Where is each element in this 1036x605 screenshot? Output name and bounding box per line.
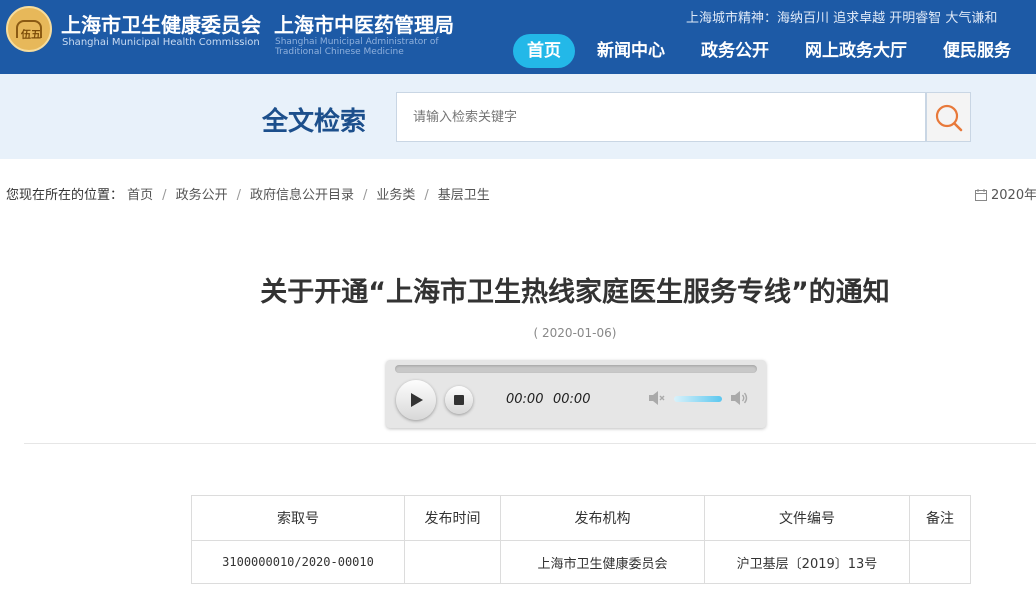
search-input[interactable] bbox=[396, 92, 926, 142]
table-header-row: 索取号 发布时间 发布机构 文件编号 备注 bbox=[191, 495, 971, 541]
volume-slider[interactable] bbox=[674, 396, 722, 402]
nav-government-affairs[interactable]: 政务公开 bbox=[687, 34, 783, 68]
stop-icon bbox=[454, 395, 464, 405]
breadcrumb-separator: / bbox=[362, 188, 368, 203]
audio-progress-bar[interactable] bbox=[395, 365, 757, 373]
publish-date: ( 2020-01-06) bbox=[533, 326, 617, 340]
table-header-cell: 发布时间 bbox=[404, 495, 501, 541]
duration-time: 00:00 bbox=[553, 392, 591, 407]
article-title: 关于开通“上海市卫生热线家庭医生服务专线”的通知 bbox=[260, 277, 890, 308]
breadcrumb-item-business[interactable]: 业务类 bbox=[376, 188, 415, 203]
search-button[interactable] bbox=[926, 92, 971, 142]
index-number-cell: 3100000010/2020-00010 bbox=[191, 540, 405, 584]
org-name-tcm-admin-en: Shanghai Municipal Administrator of Trad… bbox=[275, 37, 439, 57]
table-header-cell: 备注 bbox=[909, 495, 971, 541]
breadcrumb-item-home[interactable]: 首页 bbox=[127, 188, 153, 203]
breadcrumb-separator: / bbox=[424, 188, 429, 203]
audio-player: 00:00 00:00 bbox=[386, 360, 766, 428]
table-header-cell: 索取号 bbox=[191, 495, 405, 541]
nav-news-center[interactable]: 新闻中心 bbox=[583, 34, 679, 68]
search-band: 全文检索 bbox=[0, 74, 1036, 159]
calendar-icon bbox=[975, 189, 987, 201]
city-spirit-text: 上海城市精神：海纳百川 追求卓越 开明睿智 大气谦和 bbox=[686, 11, 998, 26]
search-icon bbox=[935, 104, 963, 132]
breadcrumb-separator: / bbox=[162, 188, 167, 203]
play-button[interactable] bbox=[396, 380, 436, 420]
breadcrumb: 您现在所在的位置： 首页 / 政务公开 / 政府信息公开目录 / 业务类 / 基层卫生 bbox=[6, 184, 490, 203]
site-logo[interactable]: 伍五 bbox=[6, 6, 52, 52]
publisher-cell: 上海市卫生健康委员会 bbox=[500, 540, 705, 584]
table-header-cell: 文件编号 bbox=[704, 495, 910, 541]
stop-button[interactable] bbox=[445, 386, 473, 414]
nav-online-service-hall[interactable]: 网上政务大厅 bbox=[791, 34, 921, 68]
breadcrumb-item-info-catalog[interactable]: 政府信息公开目录 bbox=[250, 188, 354, 203]
org-name-tcm-admin[interactable]: 上海市中医药管理局 bbox=[274, 9, 454, 38]
publish-time-cell bbox=[404, 540, 501, 584]
remarks-cell bbox=[909, 540, 971, 584]
main-nav: 首页 新闻中心 政务公开 网上政务大厅 便民服务 bbox=[513, 34, 1033, 68]
breadcrumb-item-government-affairs[interactable]: 政务公开 bbox=[176, 188, 228, 203]
table-row: 3100000010/2020-00010 上海市卫生健康委员会 沪卫基层〔20… bbox=[191, 540, 971, 584]
page-date-text: 2020年 bbox=[991, 188, 1036, 203]
org-name-health-commission[interactable]: 上海市卫生健康委员会 bbox=[61, 9, 261, 38]
nav-public-services[interactable]: 便民服务 bbox=[929, 34, 1025, 68]
search-title: 全文检索 bbox=[262, 107, 367, 137]
org-name-health-commission-en: Shanghai Municipal Health Commission bbox=[62, 37, 260, 48]
breadcrumb-prefix: 您现在所在的位置： bbox=[6, 188, 124, 203]
volume-max-icon[interactable] bbox=[730, 390, 750, 406]
volume-mute-icon[interactable] bbox=[648, 390, 666, 406]
content-divider bbox=[24, 443, 1036, 444]
page-date: 2020年 bbox=[975, 184, 1036, 203]
nav-home[interactable]: 首页 bbox=[513, 34, 575, 68]
breadcrumb-item-primary-health[interactable]: 基层卫生 bbox=[438, 188, 490, 203]
table-header-cell: 发布机构 bbox=[500, 495, 705, 541]
document-meta-table: 索取号 发布时间 发布机构 文件编号 备注 3100000010/2020-00… bbox=[191, 495, 971, 584]
logo-text: 伍五 bbox=[21, 30, 41, 41]
current-time: 00:00 bbox=[506, 392, 544, 407]
site-header: 伍五 上海市卫生健康委员会 Shanghai Municipal Health … bbox=[0, 0, 1036, 74]
breadcrumb-separator: / bbox=[236, 188, 241, 203]
document-number-cell: 沪卫基层〔2019〕13号 bbox=[704, 540, 910, 584]
play-icon bbox=[411, 393, 423, 407]
